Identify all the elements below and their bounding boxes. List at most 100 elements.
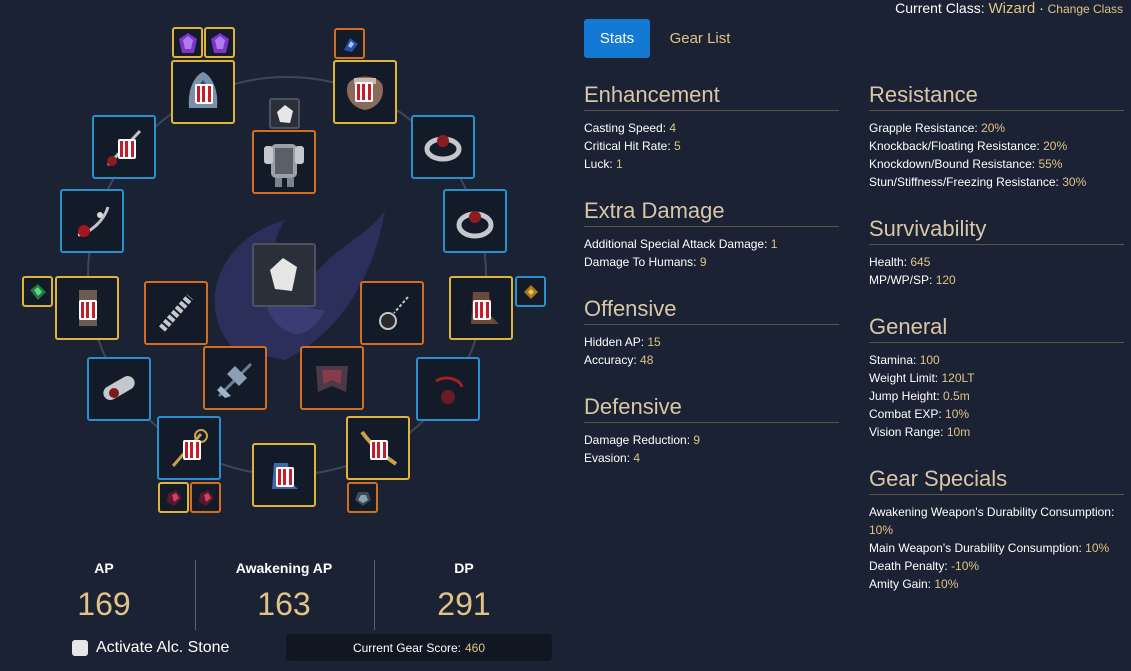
stat-row: Amity Gain: 10%	[869, 577, 959, 591]
stat-row: Main Weapon's Durability Consumption: 10…	[869, 541, 1110, 555]
slot-crystal[interactable]	[158, 482, 189, 513]
section-general: General Stamina: 100 Weight Limit: 120LT…	[869, 314, 1124, 441]
slot-earring[interactable]	[60, 189, 124, 253]
section-title: Extra Damage	[584, 198, 839, 227]
enhancement-badge	[473, 300, 491, 320]
slot-crystal[interactable]	[22, 276, 53, 307]
awakening-ap-stat: Awakening AP 163	[194, 560, 374, 623]
slot-gloves[interactable]	[333, 60, 397, 124]
slot-crystal[interactable]	[347, 482, 378, 513]
enhancement-badge	[370, 440, 388, 460]
stat-row: Grapple Resistance: 20%	[869, 121, 1006, 135]
gear-panel	[0, 0, 570, 540]
earring-icon	[77, 206, 110, 237]
slot-alchemy-stone[interactable]	[269, 98, 300, 129]
belt-icon	[103, 376, 135, 400]
alchemy-checkbox[interactable]	[72, 640, 88, 656]
sapphire-icon	[343, 37, 358, 52]
section-offensive: Offensive Hidden AP: 15 Accuracy: 48	[584, 296, 839, 369]
class-separator: ·	[1039, 0, 1044, 16]
stat-row: Luck: 1	[584, 157, 623, 171]
awakening-ap-value: 163	[257, 586, 311, 622]
ap-value: 169	[77, 586, 131, 622]
chain-icon	[158, 294, 194, 332]
section-defensive: Defensive Damage Reduction: 9 Evasion: 4	[584, 394, 839, 467]
gear-score-label: Current Gear Score:	[352, 640, 461, 655]
slot-necklace[interactable]	[92, 115, 156, 179]
amethyst-icon	[178, 32, 197, 53]
stat-row: Hidden AP: 15	[584, 335, 661, 349]
section-title: Resistance	[869, 82, 1124, 111]
dp-stat: DP 291	[374, 560, 554, 623]
stat-row: MP/WP/SP: 120	[869, 273, 956, 287]
stat-row: Knockdown/Bound Resistance: 55%	[869, 157, 1063, 171]
stat-row: Awakening Weapon's Durability Consumptio…	[869, 505, 1115, 537]
axe-icon	[217, 362, 253, 398]
slot-ring[interactable]	[411, 115, 475, 179]
stat-row: Critical Hit Rate: 5	[584, 139, 681, 153]
alchemy-stone-toggle[interactable]: Activate Alc. Stone	[72, 639, 229, 657]
enhancement-badge	[183, 440, 201, 460]
awakening-ap-label: Awakening AP	[235, 560, 333, 576]
slot-belt[interactable]	[87, 357, 151, 421]
tab-gear-list[interactable]: Gear List	[660, 19, 740, 58]
slot-crystal[interactable]	[190, 482, 221, 513]
stone-icon	[276, 104, 293, 123]
section-title: Offensive	[584, 296, 839, 325]
slot-artifact[interactable]	[252, 243, 316, 307]
class-name: Wizard	[988, 0, 1036, 17]
enhancement-badge	[276, 467, 294, 487]
section-enhancement: Enhancement Casting Speed: 4 Critical Hi…	[584, 82, 839, 173]
slot-sub-weapon[interactable]	[157, 416, 221, 480]
slot-lantern[interactable]	[360, 281, 424, 345]
slot-ring[interactable]	[443, 189, 507, 253]
stat-row: Stun/Stiffness/Freezing Resistance: 30%	[869, 175, 1087, 189]
stat-row: Vision Range: 10m	[869, 425, 971, 439]
enhancement-badge	[195, 84, 213, 104]
slot-crystal[interactable]	[334, 28, 365, 59]
section-title: Defensive	[584, 394, 839, 423]
stat-row: Death Penalty: -10%	[869, 559, 980, 573]
ring-icon	[456, 211, 494, 239]
tab-stats[interactable]: Stats	[584, 19, 650, 58]
section-gear-specials: Gear Specials Awakening Weapon's Durabil…	[869, 466, 1124, 593]
section-resistance: Resistance Grapple Resistance: 20% Knock…	[869, 82, 1124, 191]
enhancement-badge	[118, 139, 136, 159]
section-survivability: Survivability Health: 645 MP/WP/SP: 120	[869, 216, 1124, 289]
slot-off-hand[interactable]	[346, 416, 410, 480]
slot-outfit[interactable]	[300, 346, 364, 410]
amethyst-icon	[210, 32, 229, 53]
slot-tool[interactable]	[203, 346, 267, 410]
outfit-icon	[316, 366, 348, 392]
ap-stat: AP 169	[14, 560, 194, 623]
slot-crystal[interactable]	[515, 276, 546, 307]
stat-row: Additional Special Attack Damage: 1	[584, 237, 778, 251]
ring-icon	[424, 135, 462, 162]
slot-main-weapon[interactable]	[55, 276, 119, 340]
section-extra-damage: Extra Damage Additional Special Attack D…	[584, 198, 839, 271]
slot-helmet[interactable]	[171, 60, 235, 124]
gear-score-value: 460	[465, 640, 486, 655]
slot-boots-bottom[interactable]	[252, 443, 316, 507]
stat-row: Jump Height: 0.5m	[869, 389, 970, 403]
section-title: General	[869, 314, 1124, 343]
dp-value: 291	[437, 586, 491, 622]
slot-crystal[interactable]	[172, 27, 203, 58]
stat-row: Damage Reduction: 9	[584, 433, 701, 447]
stat-row: Evasion: 4	[584, 451, 641, 465]
armor-icon	[264, 144, 304, 187]
slot-shoes[interactable]	[449, 276, 513, 340]
ruby-icon	[198, 489, 214, 506]
slot-armor[interactable]	[252, 130, 316, 194]
slot-crystal[interactable]	[204, 27, 235, 58]
earring-icon	[435, 376, 464, 404]
stat-row: Stamina: 100	[869, 353, 940, 367]
section-title: Survivability	[869, 216, 1124, 245]
stat-row: Knockback/Floating Resistance: 20%	[869, 139, 1068, 153]
lantern-icon	[379, 296, 409, 330]
ap-label: AP	[94, 560, 114, 576]
alchemy-label: Activate Alc. Stone	[96, 639, 230, 656]
change-class-link[interactable]: Change Class	[1048, 2, 1123, 16]
slot-awakening-weapon[interactable]	[144, 281, 208, 345]
slot-earring[interactable]	[416, 357, 480, 421]
